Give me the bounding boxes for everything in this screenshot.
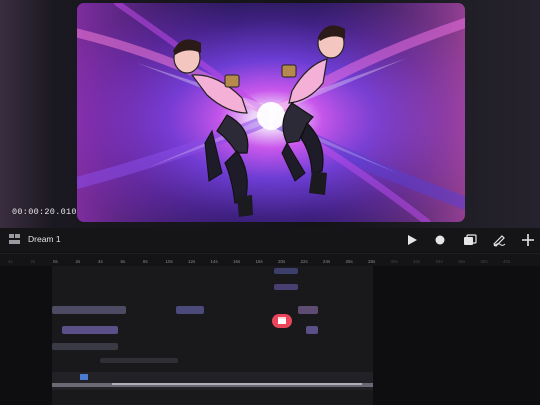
ruler-tick: 6s <box>120 259 126 264</box>
record-icon[interactable] <box>432 232 448 248</box>
timeline-toolbar <box>0 228 540 252</box>
ruler-tick: 30s <box>390 259 398 264</box>
ruler-tick: 2s <box>30 259 36 264</box>
ruler-tick: 4s <box>98 259 103 264</box>
clip[interactable] <box>52 306 126 314</box>
ruler-tick: 12s <box>188 259 196 264</box>
pen-icon[interactable] <box>491 232 507 248</box>
clip[interactable] <box>274 268 298 274</box>
timecode-display: 00:00:20.010 <box>12 207 77 217</box>
clip[interactable] <box>274 284 298 290</box>
ruler-tick: 24s <box>323 259 331 264</box>
ruler-tick: 2s <box>75 259 81 264</box>
ruler-tick: 36s <box>458 259 466 264</box>
ruler-tick: 28s <box>368 259 376 264</box>
play-icon[interactable] <box>404 232 420 248</box>
video-preview[interactable] <box>77 3 465 222</box>
ruler-tick: 4s <box>8 259 13 264</box>
clip[interactable] <box>100 358 178 363</box>
ruler-tick: 32s <box>413 259 421 264</box>
plus-icon[interactable] <box>520 232 536 248</box>
ruler-tick: 40s <box>503 259 511 264</box>
clip[interactable] <box>306 326 318 334</box>
ruler-tick: 38s <box>480 259 488 264</box>
clip[interactable] <box>62 326 118 334</box>
timeline-ruler[interactable]: 4s 2s 0s 2s 4s 6s 8s 10s 12s 14s 16s 18s 20s 22s 24s 26… <box>0 253 540 267</box>
ruler-tick: 26s <box>345 259 353 264</box>
clip[interactable] <box>52 343 118 350</box>
ruler-tick: 22s <box>300 259 308 264</box>
layers-icon[interactable] <box>462 232 478 248</box>
clip[interactable] <box>176 306 204 314</box>
ruler-tick: 10s <box>165 259 173 264</box>
project-name[interactable]: Dream 1 <box>28 234 61 244</box>
playhead-marker[interactable] <box>272 314 292 328</box>
clapper-icon <box>278 317 286 324</box>
project-icon[interactable] <box>9 234 20 244</box>
audio-track[interactable] <box>52 372 373 390</box>
ruler-tick: 18s <box>255 259 263 264</box>
ruler-tick: 20s <box>278 259 286 264</box>
ruler-tick: 14s <box>210 259 218 264</box>
ruler-tick: 16s <box>233 259 241 264</box>
ruler-tick: 0s <box>53 259 58 264</box>
ruler-tick: 34s <box>435 259 443 264</box>
ruler-tick: 8s <box>143 259 148 264</box>
clip[interactable] <box>298 306 318 314</box>
